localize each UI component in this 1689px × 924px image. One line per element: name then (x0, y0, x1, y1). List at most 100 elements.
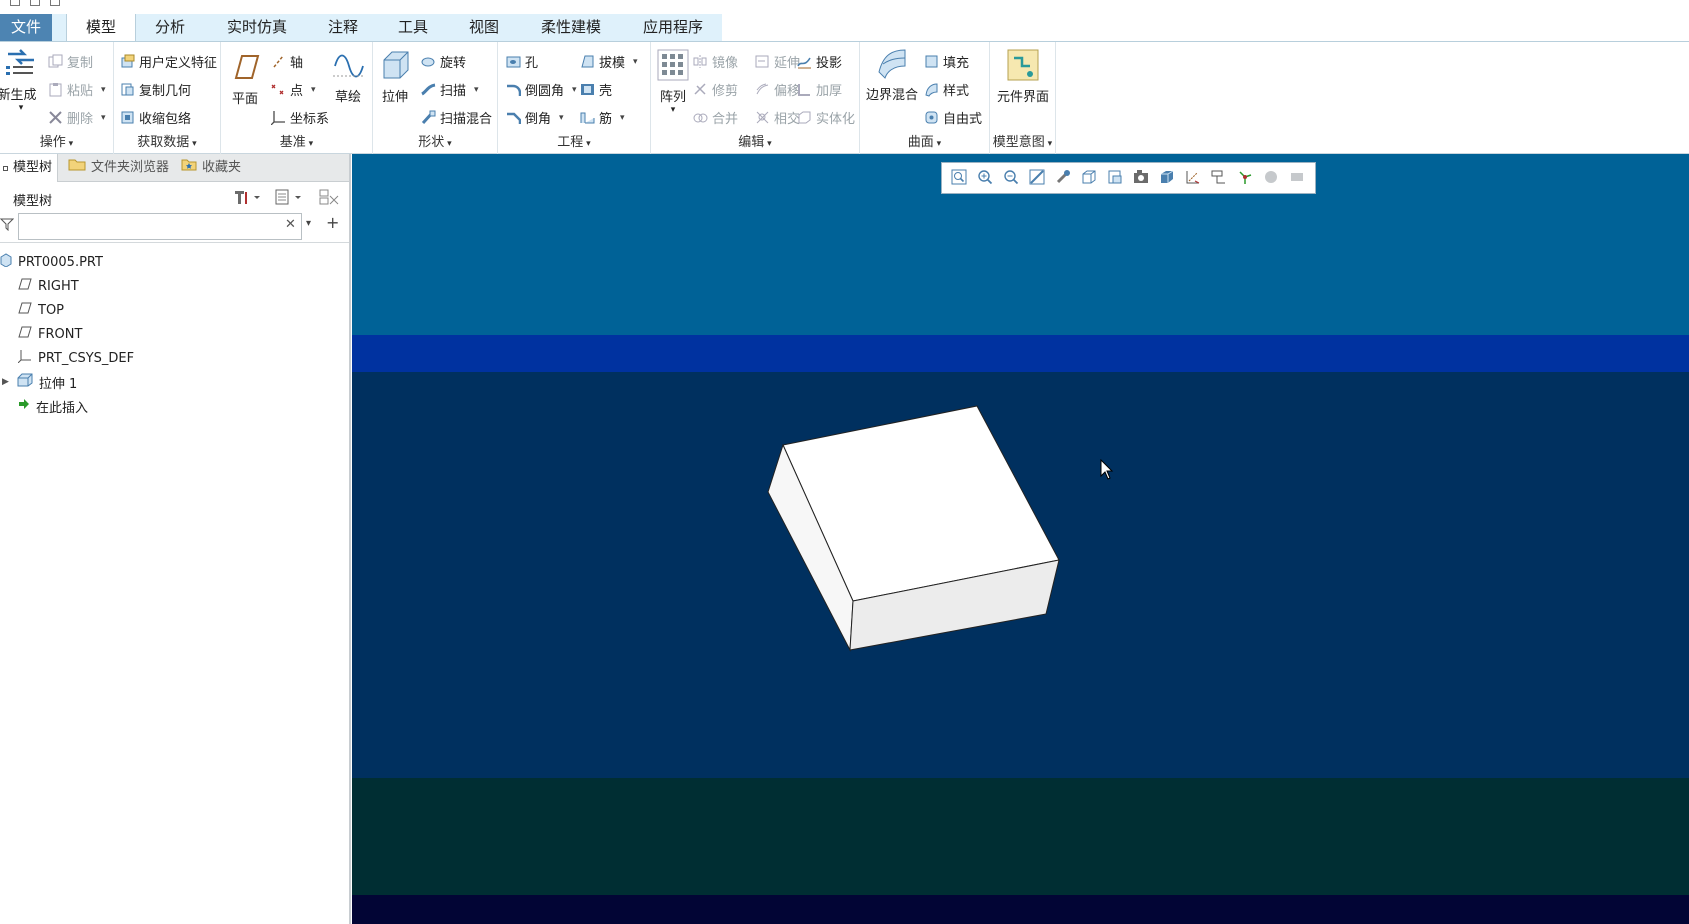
rib-button[interactable]: 筋 (580, 108, 625, 127)
datum-point-button[interactable]: 点 (271, 80, 316, 99)
tab-analysis[interactable]: 分析 (136, 14, 204, 41)
tab-favorites[interactable]: 收藏夹 (181, 154, 261, 182)
copy-button[interactable]: 复制 (48, 52, 93, 71)
ribbon: 新生成 ▾ 复制 粘贴 删除 操作 用户定义特征 复制几何 收缩包络 获取数据 … (0, 41, 1689, 154)
round-button[interactable]: 倒圆角 (506, 80, 577, 99)
tree-item-part[interactable]: PRT0005.PRT (0, 252, 103, 272)
tab-applications[interactable]: 应用程序 (624, 14, 722, 41)
pattern-icon (656, 48, 690, 82)
graphics-viewport[interactable] (352, 154, 1689, 924)
shrinkwrap-button[interactable]: 收缩包络 (120, 108, 191, 127)
qat-save-icon[interactable] (50, 0, 60, 6)
tab-tools[interactable]: 工具 (376, 14, 450, 41)
tab-simulation[interactable]: 实时仿真 (204, 14, 310, 41)
tab-annotate[interactable]: 注释 (310, 14, 376, 41)
extend-button[interactable]: 延伸 (755, 52, 800, 71)
fill-button[interactable]: 填充 (924, 52, 969, 71)
swept-blend-button[interactable]: 扫描混合 (421, 108, 492, 127)
mirror-button[interactable]: 镜像 (693, 52, 738, 71)
tab-model-tree[interactable]: 模型树 (0, 154, 58, 182)
hole-button[interactable]: 孔 (506, 52, 538, 71)
group-label-engineering[interactable]: 工程 (498, 131, 650, 150)
trim-button[interactable]: 修剪 (693, 80, 738, 99)
datum-plane-icon (18, 326, 32, 342)
qat-open-icon[interactable] (30, 0, 40, 6)
group-label-surfaces[interactable]: 曲面 (860, 131, 989, 150)
thicken-button[interactable]: 加厚 (797, 80, 842, 99)
tree-settings-icon[interactable] (232, 188, 262, 209)
udf-icon (120, 54, 135, 69)
tree-item-csys[interactable]: PRT_CSYS_DEF (17, 348, 134, 368)
solidify-button[interactable]: 实体化 (797, 108, 855, 127)
filter-funnel-icon[interactable] (0, 217, 15, 234)
group-label-model-intent[interactable]: 模型意图 (990, 131, 1055, 150)
style-button[interactable]: 样式 (924, 80, 969, 99)
csys-icon (270, 110, 286, 126)
delete-x-icon (48, 110, 63, 125)
expand-arrow-icon[interactable]: ▶ (2, 377, 9, 387)
tree-item-extrude-1[interactable]: ▶ 拉伸 1 (2, 372, 77, 392)
boundary-blend-button[interactable]: 边界混合 (866, 46, 918, 103)
chamfer-icon (506, 110, 522, 125)
udf-button[interactable]: 用户定义特征 (120, 52, 217, 71)
tab-view[interactable]: 视图 (450, 14, 518, 41)
datum-plane-icon (18, 278, 32, 294)
csys-icon (17, 349, 32, 367)
tree-item-right[interactable]: RIGHT (18, 276, 79, 296)
swept-blend-icon (421, 110, 436, 125)
datum-point-icon (271, 82, 286, 97)
group-label-get-data[interactable]: 获取数据 (114, 131, 220, 150)
copy-geometry-button[interactable]: 复制几何 (120, 80, 191, 99)
tree-item-front[interactable]: FRONT (18, 324, 82, 344)
merge-button[interactable]: 合并 (693, 108, 738, 127)
pattern-button[interactable]: 阵列 ▾ (655, 48, 691, 115)
revolve-icon (421, 54, 436, 69)
project-button[interactable]: 投影 (797, 52, 842, 71)
qat-new-icon[interactable] (10, 0, 20, 6)
tree-item-insert-here[interactable]: 在此插入 (18, 396, 88, 416)
rib-icon (580, 110, 595, 125)
sketch-button[interactable]: 草绘 (327, 48, 369, 105)
paste-button[interactable]: 粘贴 (48, 80, 106, 99)
shell-button[interactable]: 壳 (580, 80, 612, 99)
freestyle-button[interactable]: 自由式 (924, 108, 982, 127)
tree-item-top[interactable]: TOP (18, 300, 64, 320)
model-tree-header: 模型树 (0, 182, 349, 212)
group-datum: 平面 轴 点 坐标系 草绘 基准 (221, 42, 373, 154)
clear-search-icon[interactable]: ✕ (285, 217, 296, 232)
tab-folder-browser[interactable]: 文件夹浏览器 (68, 154, 173, 182)
tab-model[interactable]: 模型 (66, 14, 136, 42)
delete-button[interactable]: 删除 (48, 108, 106, 127)
offset-button[interactable]: 偏移 (755, 80, 800, 99)
intersect-button[interactable]: 相交 (755, 108, 800, 127)
chamfer-button[interactable]: 倒角 (506, 108, 564, 127)
mouse-cursor-icon (1100, 459, 1114, 480)
regenerate-icon (4, 46, 38, 80)
component-interface-button[interactable]: 元件界面 (993, 48, 1053, 105)
group-label-operations[interactable]: 操作 (0, 131, 113, 150)
part-model-block[interactable] (352, 154, 1689, 924)
revolve-button[interactable]: 旋转 (421, 52, 466, 71)
draft-icon (580, 54, 595, 69)
datum-plane-button[interactable]: 平面 (225, 50, 265, 107)
tree-filter-columns-icon[interactable] (318, 188, 340, 209)
extrude-button[interactable]: 拉伸 (375, 48, 415, 105)
tab-flexible-modeling[interactable]: 柔性建模 (518, 14, 624, 41)
draft-button[interactable]: 拔模 (580, 52, 638, 71)
tab-file[interactable]: 文件 (0, 14, 52, 41)
group-label-shapes[interactable]: 形状 (373, 131, 497, 150)
search-dropdown-icon[interactable]: ▾ (306, 218, 311, 229)
regenerate-button[interactable]: 新生成 ▾ (0, 46, 42, 113)
ribbon-tab-bar: 文件 模型 分析 实时仿真 注释 工具 视图 柔性建模 应用程序 (0, 0, 1689, 42)
group-label-editing[interactable]: 编辑 (651, 131, 859, 150)
add-column-icon[interactable]: + (326, 213, 339, 232)
show-options-icon[interactable] (274, 188, 304, 209)
datum-axis-button[interactable]: 轴 (271, 52, 303, 71)
boundary-blend-icon (875, 46, 909, 80)
coordinate-system-button[interactable]: 坐标系 (270, 108, 329, 127)
group-label-datum[interactable]: 基准 (221, 131, 372, 150)
sweep-button[interactable]: 扫描 (421, 80, 479, 99)
paste-icon (48, 82, 63, 97)
tree-search-input[interactable] (18, 213, 302, 240)
style-icon (924, 82, 939, 97)
